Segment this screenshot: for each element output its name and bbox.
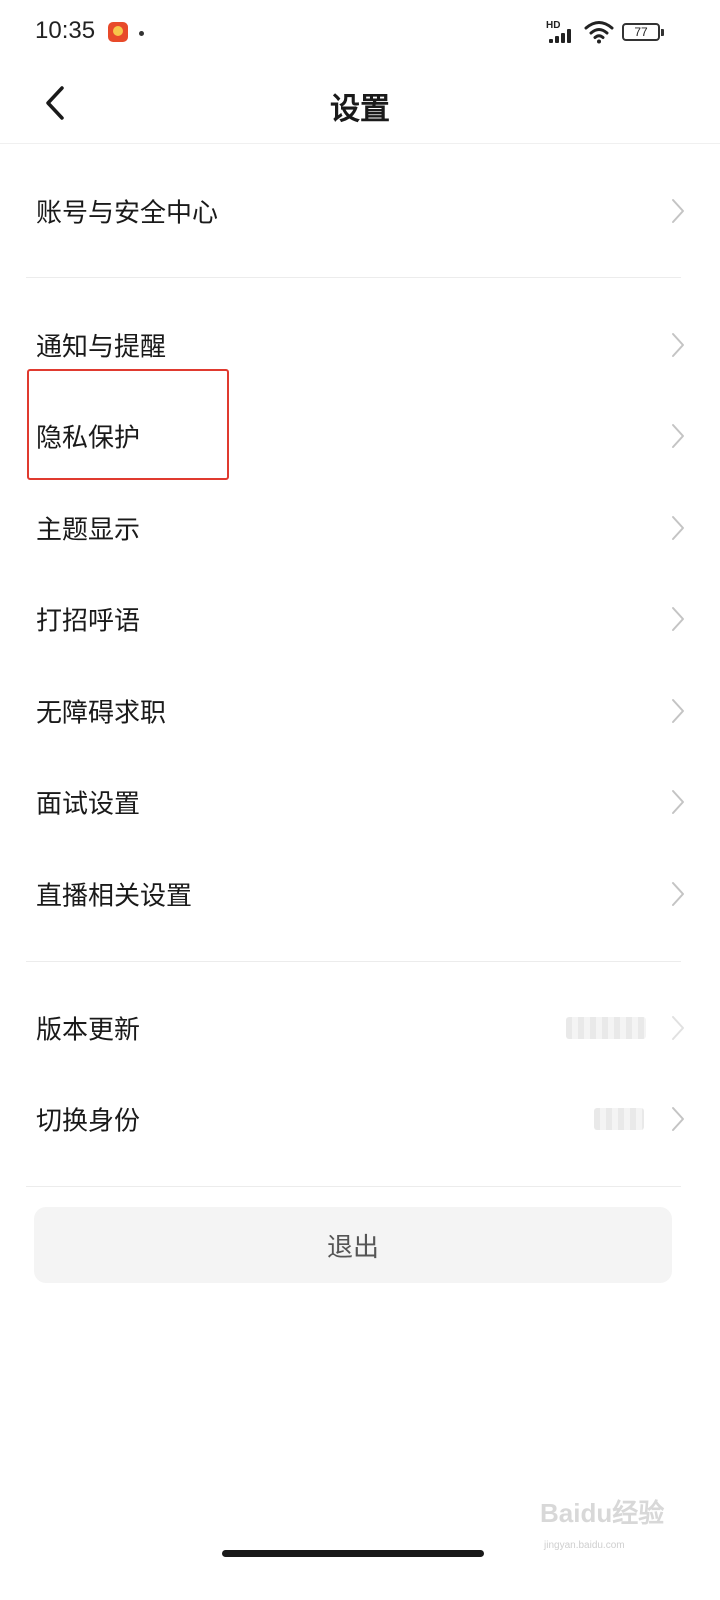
more-notifications-dot-icon: [139, 31, 144, 36]
chevron-right-icon: [672, 333, 684, 357]
chevron-right-icon: [672, 882, 684, 906]
settings-item-interview[interactable]: 面试设置: [0, 756, 720, 848]
settings-item-theme[interactable]: 主题显示: [0, 482, 720, 574]
chevron-right-icon: [672, 199, 684, 223]
settings-item-greeting[interactable]: 打招呼语: [0, 573, 720, 665]
home-indicator[interactable]: [222, 1550, 484, 1557]
settings-item-label: 版本更新: [36, 1015, 141, 1046]
status-time: 10:35: [35, 17, 96, 44]
settings-item-label: 切换身份: [36, 1106, 141, 1137]
logout-button[interactable]: 退出: [34, 1207, 672, 1283]
settings-item-label: 直播相关设置: [36, 881, 193, 912]
settings-item-label: 主题显示: [36, 515, 141, 546]
settings-item-live[interactable]: 直播相关设置: [0, 848, 720, 940]
page-title: 设置: [330, 92, 390, 127]
settings-item-account-security[interactable]: 账号与安全中心: [0, 165, 720, 257]
chevron-right-icon: [672, 1107, 684, 1131]
settings-item-version-update[interactable]: 版本更新: [0, 982, 720, 1074]
settings-item-label: 面试设置: [36, 789, 141, 820]
highlight-annotation: [27, 369, 229, 480]
baidu-watermark-logo: Baidu经验: [540, 1498, 665, 1528]
chevron-right-icon: [672, 1016, 684, 1040]
watermark-url: jingyan.baidu.com: [544, 1540, 625, 1551]
signal-icon: [549, 29, 577, 43]
app-notification-icon: [108, 22, 128, 42]
settings-item-label: 无障碍求职: [36, 698, 167, 729]
wifi-icon: [584, 21, 614, 44]
settings-item-label: 通知与提醒: [36, 332, 167, 363]
section-divider: [26, 1186, 681, 1187]
chevron-right-icon: [672, 790, 684, 814]
chevron-right-icon: [672, 699, 684, 723]
identity-value-blurred: [594, 1108, 644, 1130]
section-divider: [26, 277, 681, 278]
chevron-right-icon: [672, 424, 684, 448]
section-divider: [26, 961, 681, 962]
battery-icon: 77: [622, 23, 664, 41]
settings-item-switch-identity[interactable]: 切换身份: [0, 1073, 720, 1165]
chevron-right-icon: [672, 516, 684, 540]
settings-item-label: 账号与安全中心: [36, 198, 219, 229]
chevron-right-icon: [672, 607, 684, 631]
version-value-blurred: [566, 1017, 646, 1039]
settings-item-label: 打招呼语: [36, 606, 141, 637]
settings-item-accessibility[interactable]: 无障碍求职: [0, 665, 720, 757]
nav-bar: 设置: [0, 66, 720, 144]
status-bar: 10:35 HD 77: [0, 0, 720, 66]
